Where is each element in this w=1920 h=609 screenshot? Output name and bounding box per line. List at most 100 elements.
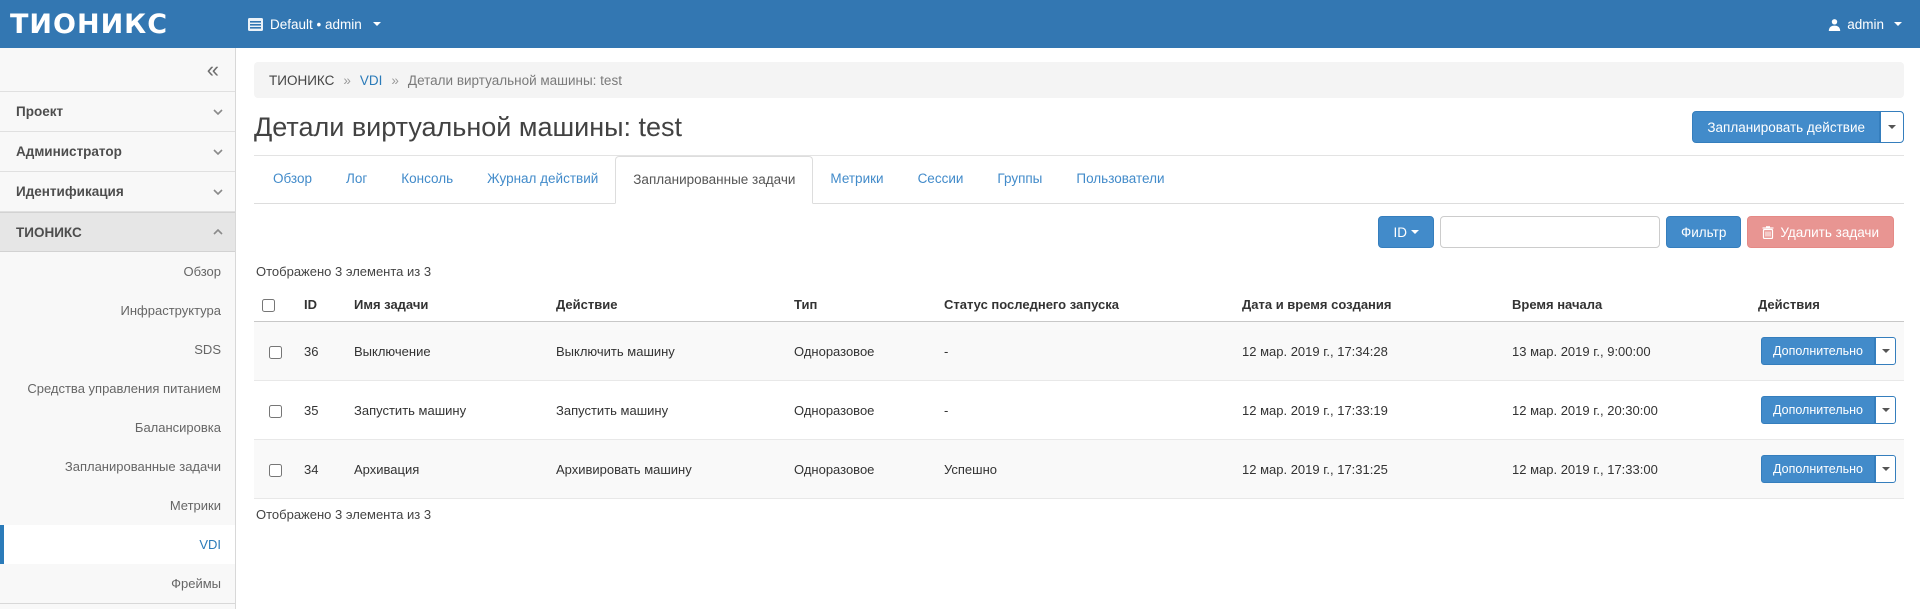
row-checkbox[interactable] — [269, 346, 282, 359]
project-context-dropdown[interactable]: Default • admin — [248, 17, 381, 32]
user-name: admin — [1847, 17, 1884, 32]
filter-field-dropdown[interactable]: ID — [1378, 216, 1434, 248]
sidebar-collapse-button[interactable]: « — [0, 48, 235, 92]
tab-groups[interactable]: Группы — [980, 156, 1059, 204]
sidebar-item-label: SDS — [194, 342, 221, 357]
filter-field-label: ID — [1393, 225, 1407, 240]
caret-down-icon — [1888, 125, 1896, 129]
user-menu-dropdown[interactable]: admin — [1828, 17, 1920, 32]
cell-id: 36 — [296, 322, 346, 381]
sidebar-item-label: Балансировка — [135, 420, 221, 435]
more-actions-dropdown-toggle[interactable] — [1875, 337, 1896, 365]
sidebar-item-label: VDI — [199, 537, 221, 552]
breadcrumb-separator: » — [343, 73, 351, 88]
sidebar-section-identity[interactable]: Идентификация — [0, 172, 235, 212]
tab-console[interactable]: Консоль — [384, 156, 470, 204]
sidebar-item-label: Запланированные задачи — [65, 459, 221, 474]
sidebar-section-label: Идентификация — [16, 184, 124, 199]
caret-down-icon — [1894, 22, 1902, 26]
search-input[interactable] — [1440, 216, 1660, 248]
cell-type: Одноразовое — [786, 440, 936, 499]
table-row: 35 Запустить машину Запустить машину Одн… — [254, 381, 1904, 440]
schedule-action-button[interactable]: Запланировать действие — [1692, 111, 1880, 143]
more-actions-dropdown-toggle[interactable] — [1875, 455, 1896, 483]
schedule-action-dropdown-toggle[interactable] — [1880, 111, 1904, 143]
cell-status: - — [936, 381, 1234, 440]
more-actions-button[interactable]: Дополнительно — [1761, 396, 1875, 424]
trash-icon — [1762, 226, 1774, 239]
sidebar-item-metrics[interactable]: Метрики — [0, 486, 235, 525]
sidebar-section-label: Администратор — [16, 144, 122, 159]
tab-action-log[interactable]: Журнал действий — [470, 156, 615, 204]
column-header-action: Действие — [548, 285, 786, 322]
table-summary-bottom: Отображено 3 элемента из 3 — [256, 507, 1904, 522]
delete-tasks-label: Удалить задачи — [1780, 225, 1879, 240]
select-all-checkbox[interactable] — [262, 299, 275, 312]
row-actions-button-group: Дополнительно — [1761, 337, 1896, 365]
sidebar-item-scheduled-tasks[interactable]: Запланированные задачи — [0, 447, 235, 486]
project-context-label: Default • admin — [270, 17, 362, 32]
caret-down-icon — [1882, 408, 1890, 412]
cell-task-name: Архивация — [346, 440, 548, 499]
cell-status: Успешно — [936, 440, 1234, 499]
tab-users[interactable]: Пользователи — [1059, 156, 1181, 204]
column-header-created: Дата и время создания — [1234, 285, 1504, 322]
scheduled-tasks-table: ID Имя задачи Действие Тип Статус послед… — [254, 285, 1904, 499]
breadcrumb-link-vdi[interactable]: VDI — [360, 73, 383, 88]
cell-created: 12 мар. 2019 г., 17:31:25 — [1234, 440, 1504, 499]
sidebar: « Проект Администратор Идентификация ТИО… — [0, 48, 236, 609]
sidebar-item-power-management[interactable]: Средства управления питанием — [0, 369, 235, 408]
cell-action: Запустить машину — [548, 381, 786, 440]
chevron-down-icon — [213, 189, 223, 195]
detail-tabs: Обзор Лог Консоль Журнал действий Заплан… — [254, 156, 1904, 204]
tab-log[interactable]: Лог — [329, 156, 384, 204]
cell-status: - — [936, 322, 1234, 381]
sidebar-item-frames[interactable]: Фреймы — [0, 564, 235, 603]
row-checkbox[interactable] — [269, 464, 282, 477]
sidebar-item-sds[interactable]: SDS — [0, 330, 235, 369]
sidebar-item-label: Метрики — [170, 498, 221, 513]
column-header-start-time: Время начала — [1504, 285, 1750, 322]
more-actions-button[interactable]: Дополнительно — [1761, 337, 1875, 365]
schedule-action-button-group: Запланировать действие — [1692, 111, 1904, 143]
tab-overview[interactable]: Обзор — [256, 156, 329, 204]
table-header-row: ID Имя задачи Действие Тип Статус послед… — [254, 285, 1904, 322]
table-row: 36 Выключение Выключить машину Одноразов… — [254, 322, 1904, 381]
filter-button[interactable]: Фильтр — [1666, 216, 1741, 248]
sidebar-item-infrastructure[interactable]: Инфраструктура — [0, 291, 235, 330]
table-summary-top: Отображено 3 элемента из 3 — [256, 264, 1904, 279]
column-header-type: Тип — [786, 285, 936, 322]
page-title: Детали виртуальной машины: test — [254, 108, 682, 146]
cell-action: Архивировать машину — [548, 440, 786, 499]
user-icon — [1828, 18, 1841, 31]
cell-type: Одноразовое — [786, 381, 936, 440]
column-header-last-run-status: Статус последнего запуска — [936, 285, 1234, 322]
column-header-actions: Действия — [1750, 285, 1904, 322]
more-actions-button[interactable]: Дополнительно — [1761, 455, 1875, 483]
cell-task-name: Запустить машину — [346, 381, 548, 440]
row-checkbox[interactable] — [269, 405, 282, 418]
page-header: Детали виртуальной машины: test Запланир… — [254, 108, 1904, 156]
list-icon — [248, 18, 263, 31]
cell-start-time: 12 мар. 2019 г., 20:30:00 — [1504, 381, 1750, 440]
tab-metrics[interactable]: Метрики — [813, 156, 900, 204]
cell-start-time: 12 мар. 2019 г., 17:33:00 — [1504, 440, 1750, 499]
sidebar-item-label: Обзор — [183, 264, 221, 279]
delete-tasks-button[interactable]: Удалить задачи — [1747, 216, 1894, 248]
tab-sessions[interactable]: Сессии — [901, 156, 981, 204]
brand-logo[interactable]: ТИОНИКС — [0, 9, 236, 40]
sidebar-item-vdi[interactable]: VDI — [0, 525, 235, 564]
sidebar-item-balancing[interactable]: Балансировка — [0, 408, 235, 447]
tab-scheduled-tasks[interactable]: Запланированные задачи — [615, 156, 813, 204]
sidebar-section-project[interactable]: Проект — [0, 92, 235, 132]
sidebar-section-label: ТИОНИКС — [16, 225, 82, 240]
sidebar-section-tionix[interactable]: ТИОНИКС — [0, 212, 235, 252]
collapse-sidebar-icon: « — [207, 57, 219, 83]
column-header-id: ID — [296, 285, 346, 322]
sidebar-section-admin[interactable]: Администратор — [0, 132, 235, 172]
sidebar-item-overview[interactable]: Обзор — [0, 252, 235, 291]
sidebar-tionix-submenu: Обзор Инфраструктура SDS Средства управл… — [0, 252, 235, 604]
cell-created: 12 мар. 2019 г., 17:33:19 — [1234, 381, 1504, 440]
more-actions-dropdown-toggle[interactable] — [1875, 396, 1896, 424]
filter-toolbar: ID Фильтр Удалить задачи — [254, 216, 1904, 248]
